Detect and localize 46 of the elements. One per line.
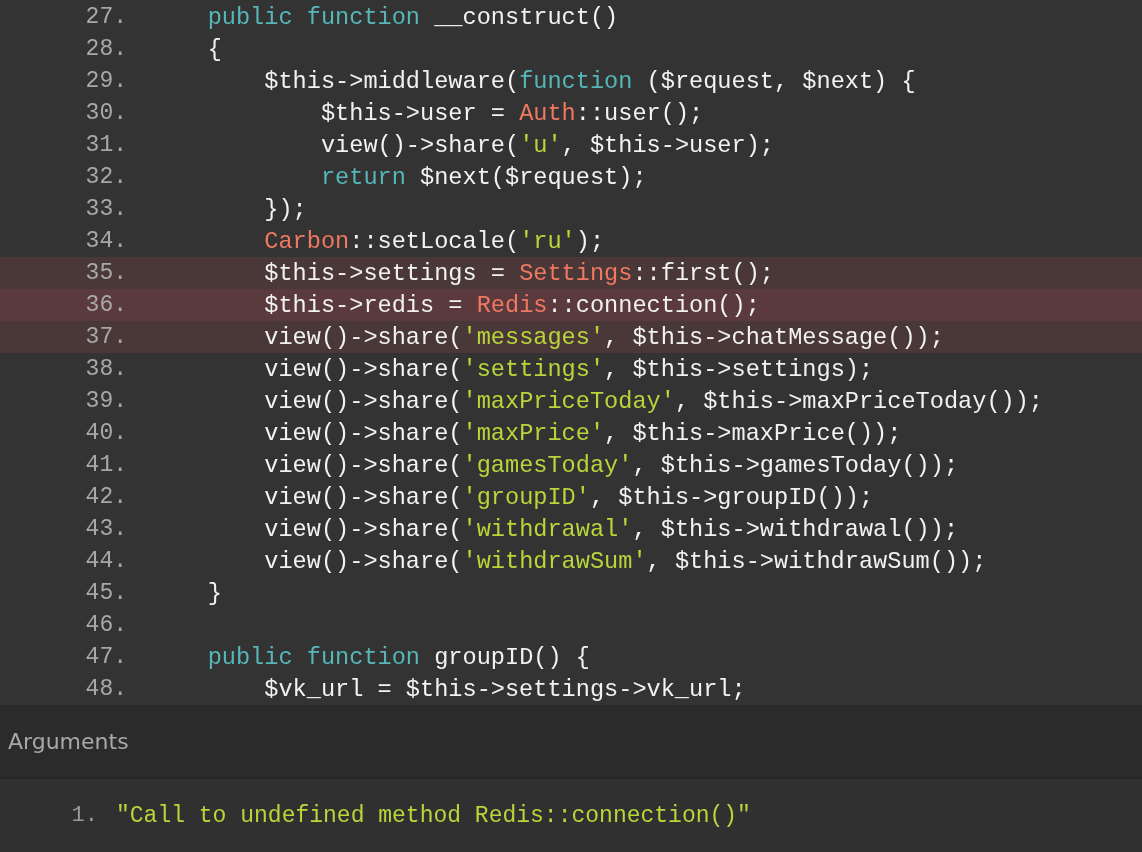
line-number: 40. xyxy=(84,420,127,446)
code-line: view()->share('withdrawal', $this->withdrawal()); xyxy=(263,515,959,543)
line-number: 48. xyxy=(84,676,127,702)
line-number: 46. xyxy=(84,612,127,638)
code-line: view()->share('groupID', $this->groupID()); xyxy=(263,483,874,511)
code-line: $this->user = Auth::user(); xyxy=(319,99,704,127)
code-line: return $next($request); xyxy=(319,163,647,191)
line-number: 41. xyxy=(84,452,127,478)
code-line: public function __construct() xyxy=(206,3,619,31)
line-number: 45. xyxy=(84,580,127,606)
line-number: 30. xyxy=(84,100,127,126)
line-number: 44. xyxy=(84,548,127,574)
code-line: view()->share('u', $this->user); xyxy=(319,131,774,159)
code-line: $this->settings = Settings::first(); xyxy=(263,259,774,287)
argument-value: "Call to undefined method Redis::connection()" xyxy=(116,802,751,829)
line-number: 42. xyxy=(84,484,127,510)
code-line: }); xyxy=(263,195,307,223)
line-number: 37. xyxy=(84,324,127,350)
line-number: 38. xyxy=(84,356,127,382)
code-line: view()->share('settings', $this->settings); xyxy=(263,355,874,383)
line-number: 36. xyxy=(84,292,127,318)
code-line: view()->share('maxPrice', $this->maxPrice()); xyxy=(263,419,902,447)
code-line: view()->share('messages', $this->chatMessage()); xyxy=(263,323,944,351)
code-line: view()->share('gamesToday', $this->gamesToday()); xyxy=(263,451,959,479)
line-number: 34. xyxy=(84,228,127,254)
code-line: $vk_url = $this->settings->vk_url; xyxy=(263,675,746,703)
section-title: Arguments xyxy=(8,728,129,754)
line-number: 32. xyxy=(84,164,127,190)
line-number: 47. xyxy=(84,644,127,670)
line-number: 31. xyxy=(84,132,127,158)
line-number: 29. xyxy=(84,68,127,94)
argument-number: 1. xyxy=(70,803,98,828)
line-number: 33. xyxy=(84,196,127,222)
line-number: 28. xyxy=(84,36,127,62)
line-number: 27. xyxy=(84,4,127,30)
code-line: $this->redis = Redis::connection(); xyxy=(263,291,760,319)
code-line: $this->middleware(function ($request, $next) { xyxy=(263,67,916,95)
code-line: Carbon::setLocale('ru'); xyxy=(263,227,605,255)
code-line: public function groupID() { xyxy=(206,643,590,671)
code-line: } xyxy=(206,579,222,607)
code-line: { xyxy=(206,35,222,63)
line-number: 43. xyxy=(84,516,127,542)
code-line: view()->share('withdrawSum', $this->withdrawSum()); xyxy=(263,547,987,575)
code-line: view()->share('maxPriceToday', $this->maxPriceToday()); xyxy=(263,387,1043,415)
line-number: 39. xyxy=(84,388,127,414)
line-number: 35. xyxy=(84,260,127,286)
